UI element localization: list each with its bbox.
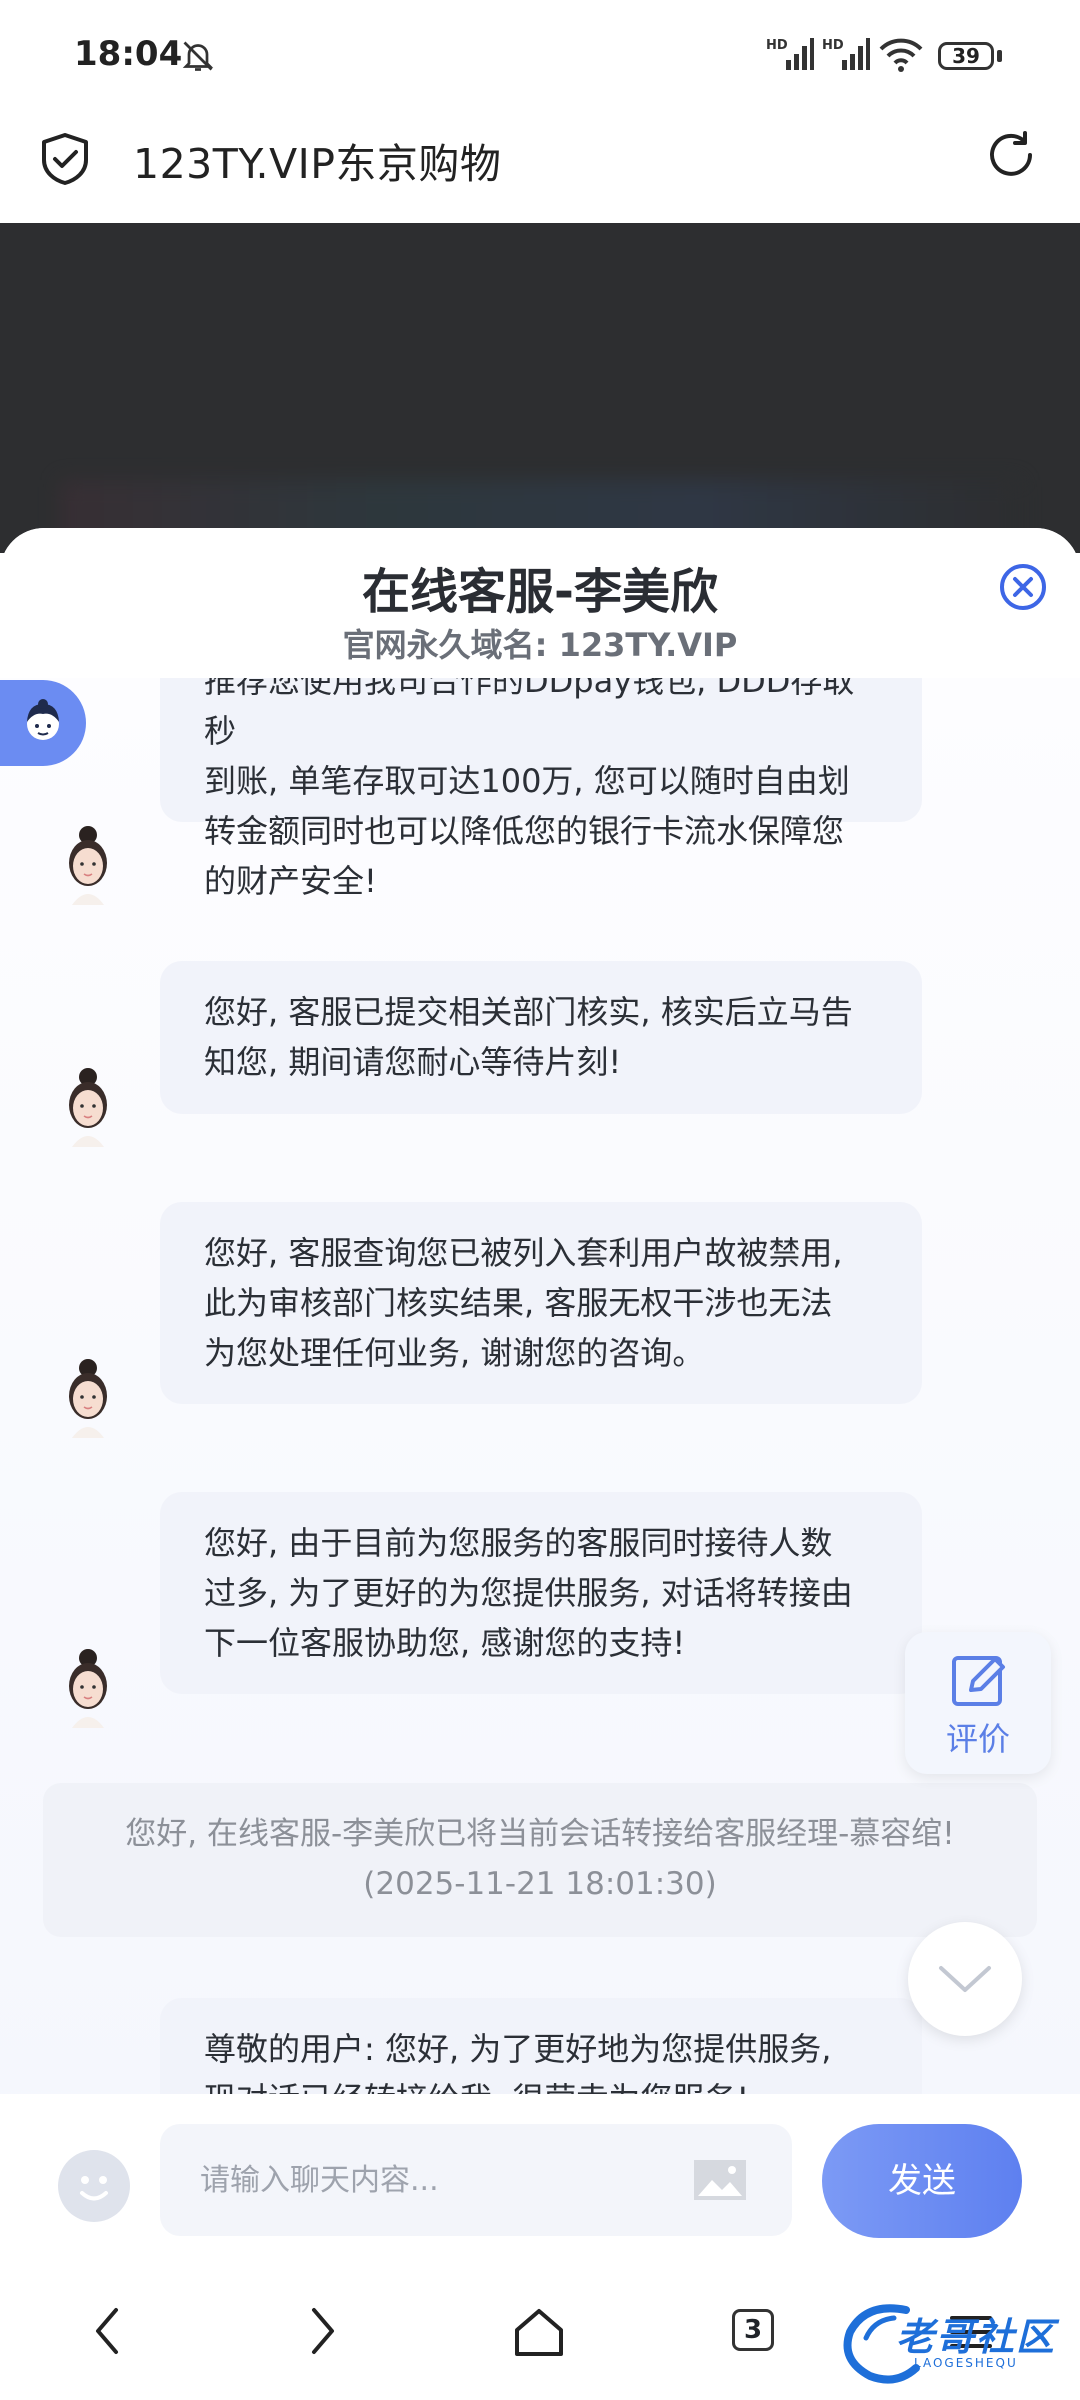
scroll-to-bottom-button[interactable] <box>908 1922 1022 2036</box>
chat-header: 在线客服-李美欣 官网永久域名: 123TY.VIP <box>0 528 1080 678</box>
watermark-logo: 老哥社区 LAOGESHEQU <box>836 2298 1072 2388</box>
send-button[interactable]: 发送 <box>822 2124 1022 2238</box>
agent-float-button[interactable] <box>0 680 86 766</box>
url-field[interactable]: 123TY.VIP东京购物 <box>133 130 501 190</box>
message-bubble: 推荐您使用我司合作的DDpay钱包, DDD存取秒 到账, 单笔存取可达100万… <box>160 678 922 900</box>
close-icon[interactable] <box>998 562 1048 612</box>
emoji-button[interactable] <box>58 2150 130 2222</box>
message-line: 到账, 单笔存取可达100万, 您可以随时自由划 <box>204 762 850 800</box>
watermark-subtext: LAOGESHEQU <box>914 2356 1018 2370</box>
message-line: 您好, 客服查询您已被列入套利用户故被禁用, <box>204 1234 843 1272</box>
agent-avatar <box>69 1649 107 1728</box>
chat-title: 在线客服-李美欣 <box>362 564 718 620</box>
tabs-button[interactable]: 3 <box>732 2309 774 2351</box>
chevron-down-icon <box>939 1966 991 1992</box>
message-line: 过多, 为了更好的为您提供服务, 对话将转接由 <box>204 1574 853 1612</box>
message-line: 推荐您使用我司合作的DDpay钱包, DDD存取秒 <box>204 678 855 750</box>
forward-icon[interactable] <box>308 2306 338 2356</box>
message-line: 下一位客服协助您, 感谢您的支持! <box>204 1624 686 1662</box>
status-time: 18:04 <box>74 34 183 74</box>
agent-avatar <box>69 826 107 905</box>
shield-check-icon[interactable] <box>40 132 90 186</box>
battery-tip <box>997 50 1002 62</box>
home-icon[interactable] <box>512 2306 566 2360</box>
message-line: 此为审核部门核实结果, 客服无权干涉也无法 <box>204 1284 833 1322</box>
system-notice: 您好, 在线客服-李美欣已将当前会话转接给客服经理-慕容绾! (2025-11-… <box>43 1783 1037 1937</box>
chat-message-list[interactable]: 推荐您使用我司合作的DDpay钱包, DDD存取秒 到账, 单笔存取可达100万… <box>0 678 1080 2098</box>
message-bubble: 您好, 客服已提交相关部门核实, 核实后立马告 知您, 期间请您耐心等待片刻! <box>160 961 922 1114</box>
chat-subtitle: 官网永久域名: 123TY.VIP <box>342 626 738 664</box>
agent-avatar <box>69 1359 107 1438</box>
reload-icon[interactable] <box>984 128 1038 182</box>
system-notice-time: (2025-11-21 18:01:30) <box>363 1866 717 1902</box>
battery-icon: 39 <box>938 42 994 70</box>
message-line: 的财产安全! <box>204 862 377 900</box>
agent-avatar <box>69 1068 107 1147</box>
system-notice-text: 您好, 在线客服-李美欣已将当前会话转接给客服经理-慕容绾! <box>125 1816 955 1852</box>
signal-icon-2 <box>842 38 870 70</box>
back-icon[interactable] <box>92 2306 122 2356</box>
signal-icon <box>786 38 814 70</box>
message-line: 您好, 客服已提交相关部门核实, 核实后立马告 <box>204 993 853 1031</box>
bell-muted-icon <box>182 41 214 71</box>
agent-face-icon <box>27 699 59 740</box>
image-upload-icon[interactable] <box>692 2158 748 2202</box>
message-line: 为您处理任何业务, 谢谢您的咨询。 <box>204 1334 705 1372</box>
evaluate-label: 评价 <box>945 1720 1010 1758</box>
message-line: 知您, 期间请您耐心等待片刻! <box>204 1043 622 1081</box>
message-bubble: 您好, 客服查询您已被列入套利用户故被禁用, 此为审核部门核实结果, 客服无权干… <box>160 1202 922 1404</box>
edit-icon <box>952 1656 1005 1706</box>
message-line: 尊敬的用户: 您好, 为了更好地为您提供服务, <box>204 2030 832 2068</box>
wifi-icon <box>879 38 923 72</box>
message-line: 转金额同时也可以降低您的银行卡流水保障您 <box>204 812 845 850</box>
message-bubble: 尊敬的用户: 您好, 为了更好地为您提供服务, 现对话已经转接给我, 很荣幸为您… <box>160 1998 922 2098</box>
watermark-text: 老哥社区 <box>896 2315 1057 2359</box>
smiley-icon <box>80 2176 108 2201</box>
message-line: 您好, 由于目前为您服务的客服同时接待人数 <box>204 1524 833 1562</box>
evaluate-button[interactable]: 评价 <box>905 1632 1051 1774</box>
message-bubble: 您好, 由于目前为您服务的客服同时接待人数 过多, 为了更好的为您提供服务, 对… <box>160 1492 922 1694</box>
